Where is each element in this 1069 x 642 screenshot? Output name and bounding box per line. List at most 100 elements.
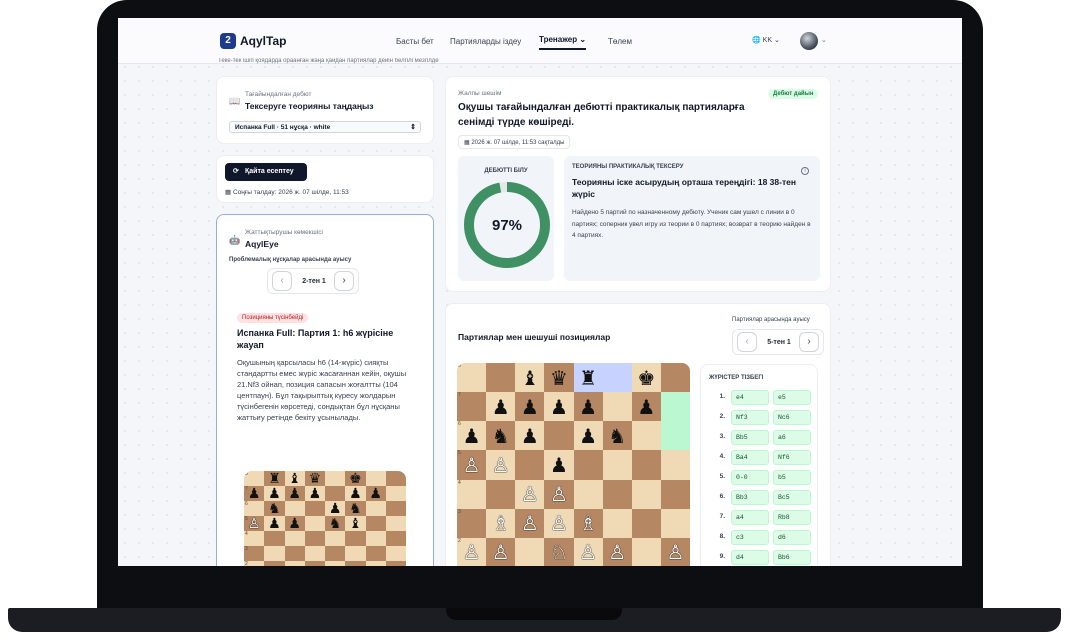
white-move[interactable]: Nf3	[731, 410, 769, 425]
board-square[interactable]	[365, 471, 386, 486]
board-square[interactable]: ♟	[264, 486, 285, 501]
black-move[interactable]: d6	[773, 530, 811, 545]
language-switcher[interactable]: 🌐 KK ⌄	[752, 36, 780, 44]
board-square[interactable]	[325, 486, 346, 501]
chess-piece[interactable]: ♘	[550, 542, 568, 562]
board-square[interactable]	[325, 531, 346, 546]
chess-piece[interactable]: ♟	[579, 397, 597, 417]
chess-piece[interactable]: ♙	[608, 542, 626, 562]
white-move[interactable]: Bb5	[731, 430, 769, 445]
board-square[interactable]: ♞	[345, 501, 366, 516]
chess-piece[interactable]: ♟	[288, 517, 301, 531]
board-square[interactable]: ♟	[264, 516, 285, 531]
board-square[interactable]	[515, 450, 545, 480]
board-square[interactable]: 6 ♟	[457, 421, 487, 451]
chess-piece[interactable]: ♟	[521, 426, 539, 446]
chess-piece[interactable]: ♟	[268, 517, 281, 531]
chess-piece[interactable]: ♝	[288, 472, 301, 486]
board-square[interactable]: ♝	[515, 363, 545, 393]
chess-piece[interactable]: ♚	[637, 368, 655, 388]
board-square[interactable]	[365, 501, 386, 516]
board-square[interactable]	[345, 561, 366, 566]
logo-icon[interactable]: 2	[220, 33, 236, 49]
white-move[interactable]: c3	[731, 530, 769, 545]
board-square[interactable]: ♜	[573, 363, 603, 393]
board-square[interactable]: ♟	[515, 392, 545, 422]
board-square[interactable]	[264, 531, 285, 546]
board-square[interactable]: ♟	[345, 486, 366, 501]
chess-piece[interactable]: ♟	[369, 487, 382, 501]
chess-piece[interactable]: ♙	[666, 542, 684, 562]
chess-piece[interactable]: ♞	[268, 502, 281, 516]
board-square[interactable]	[385, 516, 406, 531]
chess-piece[interactable]: ♟	[550, 397, 568, 417]
white-move[interactable]: 0-0	[731, 470, 769, 485]
chess-piece[interactable]: ♟	[268, 487, 281, 501]
board-square[interactable]: ♞	[602, 421, 632, 451]
board-square[interactable]: ♚	[631, 363, 661, 393]
chess-piece[interactable]: ♙	[521, 484, 539, 504]
chess-piece[interactable]: ♟	[550, 455, 568, 475]
board-square[interactable]	[660, 421, 690, 451]
board-square[interactable]: ♟	[631, 392, 661, 422]
board-square[interactable]	[385, 486, 406, 501]
black-move[interactable]: e5	[773, 390, 811, 405]
board-square[interactable]	[325, 561, 346, 566]
board-square[interactable]	[385, 561, 406, 566]
board-square[interactable]: ♝	[345, 516, 366, 531]
board-square[interactable]: ♟	[365, 486, 386, 501]
board-square[interactable]	[365, 531, 386, 546]
avatar[interactable]	[800, 32, 818, 50]
board-square[interactable]: 3	[244, 546, 265, 561]
board-square[interactable]	[602, 479, 632, 509]
chess-piece[interactable]: ♟	[463, 426, 481, 446]
white-move[interactable]: d4	[731, 550, 769, 565]
board-square[interactable]	[660, 450, 690, 480]
info-icon[interactable]: i	[801, 167, 809, 175]
board-square[interactable]	[602, 450, 632, 480]
board-square[interactable]	[325, 546, 346, 561]
board-square[interactable]: ♝	[284, 471, 305, 486]
board-square[interactable]	[365, 546, 386, 561]
board-square[interactable]	[486, 479, 516, 509]
chess-piece[interactable]: ♟	[309, 487, 322, 501]
board-square[interactable]	[385, 471, 406, 486]
white-move[interactable]: Ba4	[731, 450, 769, 465]
chess-piece[interactable]: ♞	[608, 426, 626, 446]
white-move[interactable]: e4	[731, 390, 769, 405]
board-square[interactable]	[284, 546, 305, 561]
board-square[interactable]: ♙	[544, 508, 574, 538]
board-square[interactable]	[602, 363, 632, 393]
black-move[interactable]: b5	[773, 470, 811, 485]
board-square[interactable]: 2 ♙	[457, 537, 487, 566]
board-square[interactable]	[486, 363, 516, 393]
board-square[interactable]: 2	[244, 561, 265, 566]
chess-piece[interactable]: ♞	[349, 502, 362, 516]
board-square[interactable]: ♙	[573, 537, 603, 566]
logo-text[interactable]: AqylTap	[240, 34, 286, 48]
white-move[interactable]: a4	[731, 510, 769, 525]
nav-link-trainer[interactable]: Тренажер ⌄	[539, 35, 587, 50]
chess-piece[interactable]: ♛	[550, 368, 568, 388]
board-square[interactable]	[660, 392, 690, 422]
board-square[interactable]	[385, 531, 406, 546]
chess-piece[interactable]: ♟	[637, 397, 655, 417]
board-square[interactable]	[304, 531, 325, 546]
chess-piece[interactable]: ♞	[492, 426, 510, 446]
board-square[interactable]	[264, 546, 285, 561]
chess-piece[interactable]: ♙	[492, 455, 510, 475]
board-square[interactable]	[325, 471, 346, 486]
board-square[interactable]	[284, 501, 305, 516]
board-square[interactable]	[284, 531, 305, 546]
board-square[interactable]	[660, 363, 690, 393]
board-square[interactable]	[631, 537, 661, 566]
chess-piece[interactable]: ♟	[329, 502, 342, 516]
board-square[interactable]	[304, 561, 325, 566]
board-square[interactable]: ♞	[264, 501, 285, 516]
white-move[interactable]: Bb3	[731, 490, 769, 505]
board-square[interactable]: ♟	[573, 421, 603, 451]
board-square[interactable]: ♟	[284, 516, 305, 531]
chevron-down-icon[interactable]: ⌄	[821, 36, 827, 44]
chess-piece[interactable]: ♙	[463, 542, 481, 562]
board-square[interactable]	[631, 450, 661, 480]
